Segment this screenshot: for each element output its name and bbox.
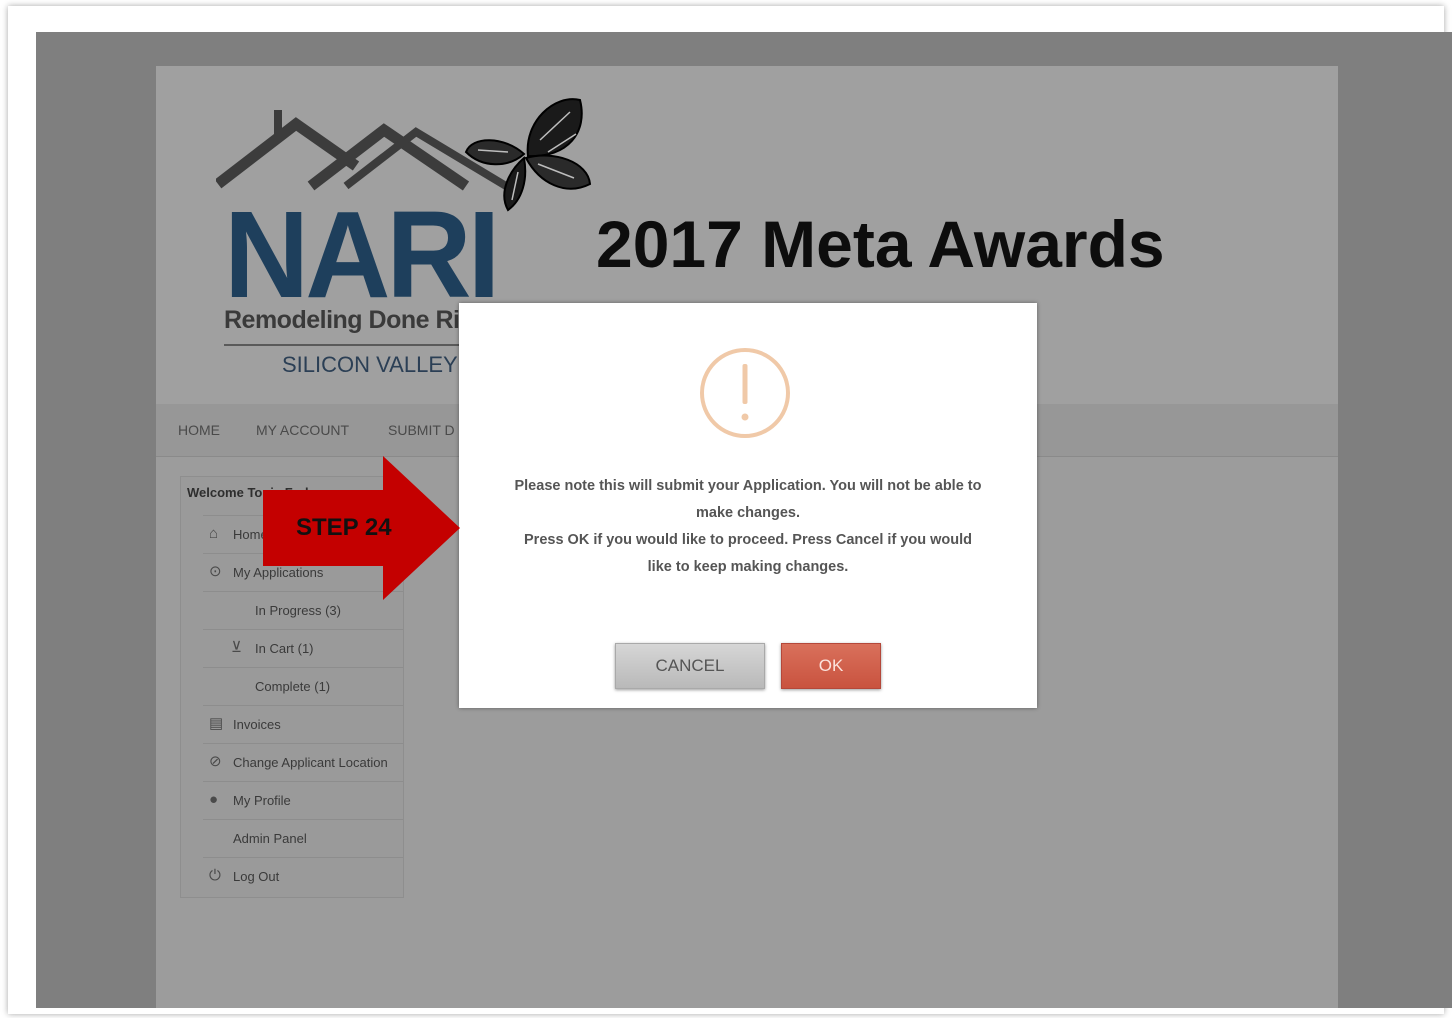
nav-submit[interactable]: SUBMIT D <box>388 422 455 438</box>
user-icon: ● <box>209 791 219 808</box>
sidebar-item-in-cart[interactable]: ⊻ In Cart (1) <box>203 629 403 668</box>
sidebar-item-my-profile[interactable]: ● My Profile <box>203 781 403 820</box>
logo-region: SILICON VALLEY <box>282 352 458 377</box>
sidebar-item-log-out[interactable]: ⏻ Log Out <box>203 857 403 896</box>
sidebar-item-label: Complete (1) <box>255 679 331 694</box>
dialog-line-1: Please note this will submit your Applic… <box>514 478 982 494</box>
confirm-dialog: Please note this will submit your Applic… <box>459 303 1037 708</box>
sidebar-item-label: Invoices <box>233 717 281 732</box>
location-icon: ⊘ <box>209 753 222 770</box>
sidebar-item-change-location[interactable]: ⊘ Change Applicant Location <box>203 743 403 782</box>
invoice-icon: ▤ <box>209 715 224 732</box>
sidebar-item-label: Log Out <box>233 869 280 884</box>
sidebar-item-label: Admin Panel <box>233 831 307 846</box>
nav-my-account[interactable]: MY ACCOUNT <box>256 422 349 438</box>
sidebar-item-label: Change Applicant Location <box>233 755 388 770</box>
browser-viewport: NARI Remodeling Done Right SILICON VALLE… <box>36 32 1452 1008</box>
step-label: STEP 24 <box>296 514 392 541</box>
sidebar-item-invoices[interactable]: ▤ Invoices <box>203 705 403 744</box>
dialog-line-4: like to keep making changes. <box>647 559 849 575</box>
dialog-line-3: Press OK if you would like to proceed. P… <box>524 532 972 548</box>
logo-tagline: Remodeling Done Right <box>224 306 497 334</box>
dialog-line-2: make changes. <box>696 505 800 521</box>
cart-icon: ⊻ <box>231 639 242 656</box>
power-icon: ⏻ <box>209 867 221 884</box>
dialog-message: Please note this will submit your Applic… <box>479 473 1017 581</box>
sidebar-item-complete[interactable]: Complete (1) <box>203 667 403 706</box>
home-icon: ⌂ <box>209 525 219 542</box>
sidebar-item-label: In Cart (1) <box>255 641 314 656</box>
ok-button[interactable]: OK <box>781 643 881 689</box>
cancel-button[interactable]: CANCEL <box>615 643 765 689</box>
nav-home[interactable]: HOME <box>178 422 220 438</box>
sidebar-item-label: My Profile <box>233 793 291 808</box>
screenshot-frame: NARI Remodeling Done Right SILICON VALLE… <box>8 6 1452 1014</box>
logo-wordmark: NARI <box>224 185 500 325</box>
sidebar-item-admin-panel[interactable]: Admin Panel <box>203 819 403 858</box>
warning-icon <box>700 348 790 438</box>
applications-icon: ⊙ <box>209 563 222 580</box>
page-title: 2017 Meta Awards <box>596 207 1165 281</box>
sidebar-item-label: In Progress (3) <box>255 603 341 618</box>
